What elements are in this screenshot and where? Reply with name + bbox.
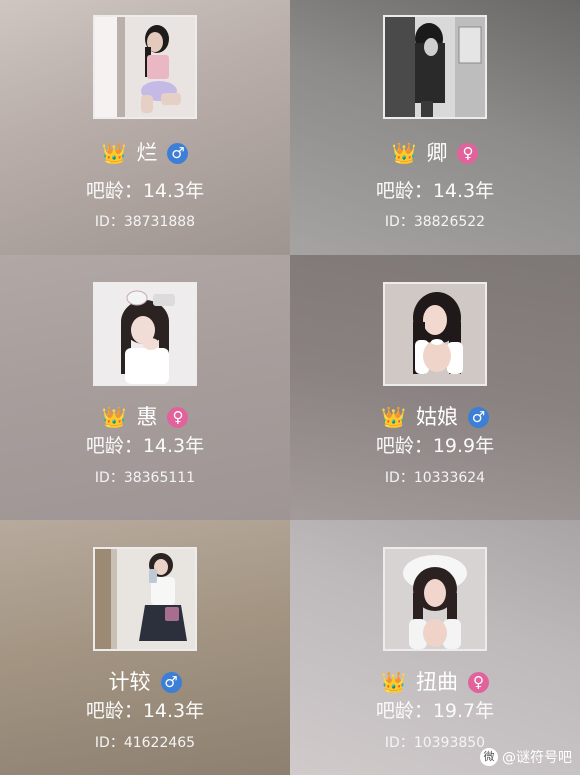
male-gender-icon: ♂ bbox=[167, 142, 189, 164]
watermark-text: @谜符号吧 bbox=[502, 750, 572, 766]
profile-grid: 👑 烂 ♂ 吧龄：14.3年 ID：38731888 👑 卿 ♀ 吧龄：14.3… bbox=[0, 0, 580, 775]
weibo-logo-icon: 微 bbox=[480, 748, 498, 766]
avatar[interactable] bbox=[93, 15, 197, 119]
male-gender-icon: ♂ bbox=[160, 671, 182, 693]
username: 扭曲 bbox=[415, 670, 458, 694]
profile-card[interactable]: 👑 姑娘 ♂ 吧龄：19.9年 ID：10333624 bbox=[290, 255, 580, 520]
profile-card[interactable]: 👑 惠 ♀ 吧龄：14.3年 ID：38365111 bbox=[0, 255, 290, 520]
username: 卿 bbox=[426, 141, 448, 165]
username: 姑娘 bbox=[415, 405, 458, 429]
watermark: 微 @谜符号吧 bbox=[480, 747, 572, 767]
username: 惠 bbox=[136, 405, 158, 429]
crown-icon: 👑 bbox=[101, 405, 127, 429]
bar-age: 吧龄：19.9年 bbox=[375, 435, 495, 457]
user-id: ID：10333624 bbox=[384, 470, 486, 486]
avatar[interactable] bbox=[383, 15, 487, 119]
crown-icon: 👑 bbox=[391, 141, 417, 165]
name-row: 👑 惠 ♀ bbox=[0, 404, 290, 430]
bar-age: 吧龄：14.3年 bbox=[85, 700, 205, 722]
username: 烂 bbox=[136, 141, 158, 165]
profile-card[interactable]: 计较 ♂ 吧龄：14.3年 ID：41622465 bbox=[0, 520, 290, 775]
profile-card[interactable]: 👑 卿 ♀ 吧龄：14.3年 ID：38826522 bbox=[290, 0, 580, 255]
user-id: ID：38826522 bbox=[384, 214, 486, 230]
bar-age: 吧龄：14.3年 bbox=[375, 180, 495, 202]
name-row: 计较 ♂ bbox=[0, 669, 290, 695]
male-gender-icon: ♂ bbox=[467, 406, 489, 428]
female-gender-icon: ♀ bbox=[467, 671, 489, 693]
user-id: ID：38731888 bbox=[94, 214, 196, 230]
crown-icon: 👑 bbox=[381, 405, 406, 429]
user-id: ID：41622465 bbox=[94, 735, 196, 751]
name-row: 👑 姑娘 ♂ bbox=[290, 404, 580, 430]
bar-age: 吧龄：19.7年 bbox=[375, 700, 495, 722]
crown-icon: 👑 bbox=[101, 141, 127, 165]
female-gender-icon: ♀ bbox=[457, 142, 479, 164]
name-row: 👑 烂 ♂ bbox=[0, 140, 290, 166]
avatar[interactable] bbox=[93, 282, 197, 386]
name-row: 👑 卿 ♀ bbox=[290, 140, 580, 166]
username: 计较 bbox=[108, 670, 151, 694]
avatar[interactable] bbox=[383, 282, 487, 386]
profile-card[interactable]: 👑 烂 ♂ 吧龄：14.3年 ID：38731888 bbox=[0, 0, 290, 255]
bar-age: 吧龄：14.3年 bbox=[85, 180, 205, 202]
avatar[interactable] bbox=[93, 547, 197, 651]
name-row: 👑 扭曲 ♀ bbox=[290, 669, 580, 695]
user-id: ID：38365111 bbox=[94, 470, 196, 486]
profile-card[interactable]: 👑 扭曲 ♀ 吧龄：19.7年 ID：10393850 bbox=[290, 520, 580, 775]
crown-icon: 👑 bbox=[381, 670, 406, 694]
bar-age: 吧龄：14.3年 bbox=[85, 435, 205, 457]
female-gender-icon: ♀ bbox=[167, 406, 189, 428]
avatar[interactable] bbox=[383, 547, 487, 651]
